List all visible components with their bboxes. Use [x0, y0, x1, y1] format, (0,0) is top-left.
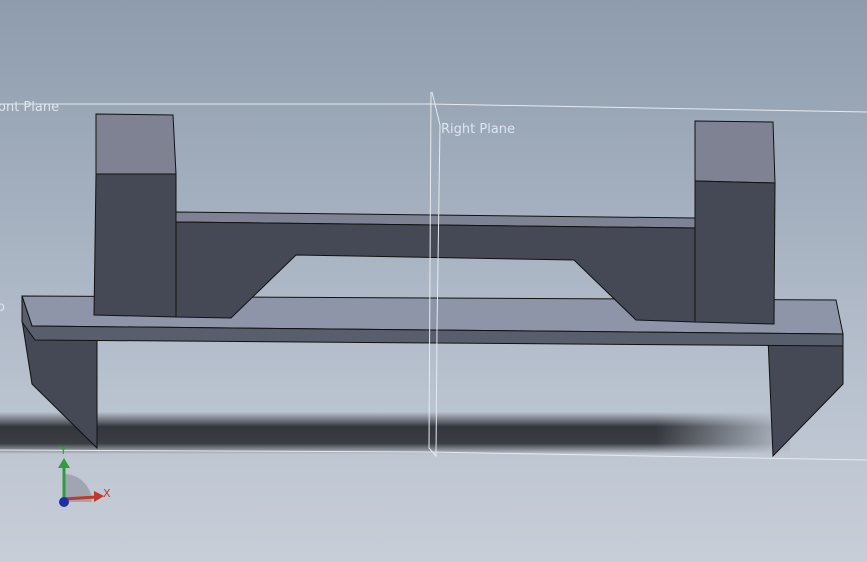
right-plane-label[interactable]: Right Plane [441, 122, 515, 137]
z-axis-dot [59, 497, 69, 507]
y-axis-arrow [58, 458, 70, 468]
left-block-front-face [93, 173, 177, 318]
right-block-top-face [694, 120, 776, 184]
front-plane-label[interactable]: ont Plane [0, 100, 59, 115]
y-axis-label: Y [59, 444, 67, 457]
x-axis-line [63, 495, 97, 501]
floor-shadow [0, 412, 790, 454]
part-body[interactable] [21, 113, 844, 458]
model-scene[interactable]: ont Plane o Right Plane Y X [0, 0, 867, 562]
top-plane-label[interactable]: o [0, 300, 5, 315]
graphics-viewport[interactable]: ont Plane o Right Plane Y X [0, 0, 867, 562]
front-plane-edge [0, 103, 867, 113]
x-axis-label: X [103, 487, 111, 500]
right-plane-edge [428, 91, 441, 458]
right-leg-face [767, 337, 844, 458]
left-block-top-face [95, 113, 177, 175]
right-block-front-face [694, 180, 776, 325]
